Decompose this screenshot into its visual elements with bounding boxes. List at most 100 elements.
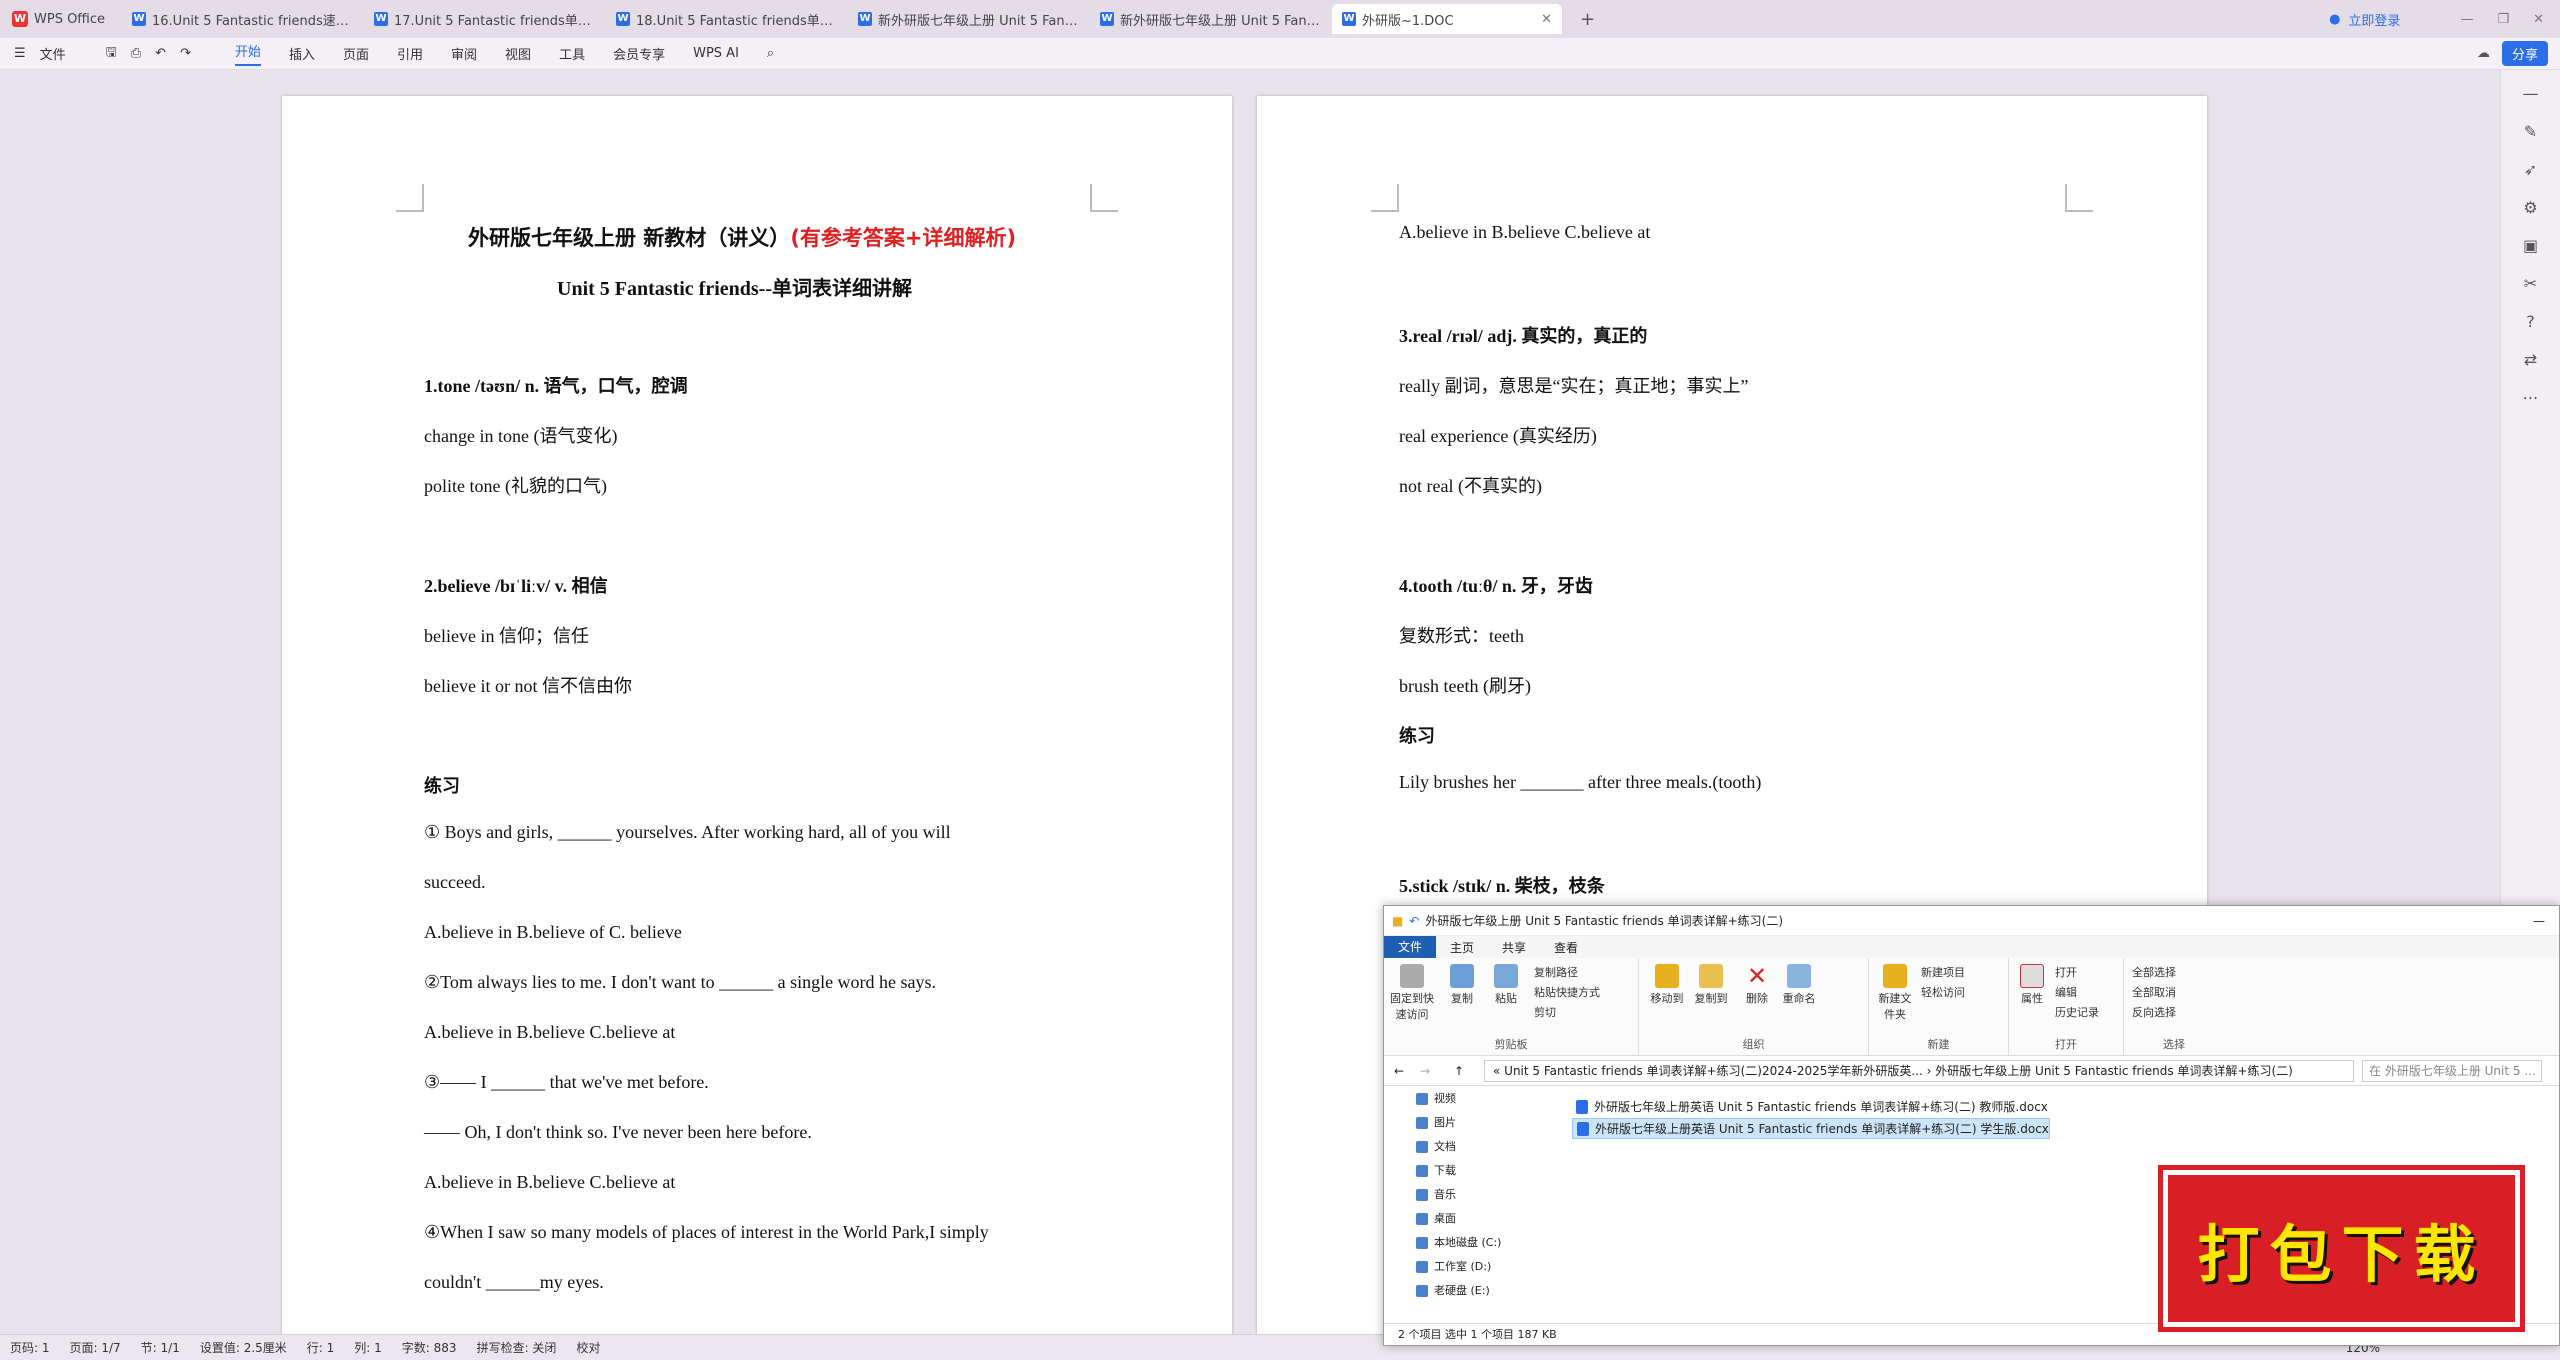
explorer-tab-share[interactable]: 共享 — [1488, 939, 1540, 956]
ribbon-tab-page[interactable]: 页面 — [343, 44, 369, 63]
ribbon-tab-review[interactable]: 审阅 — [451, 44, 477, 63]
nav-item[interactable]: 视频 — [1384, 1087, 1559, 1111]
nav-item[interactable]: 本地磁盘 (C:) — [1384, 1231, 1559, 1255]
new-item-button[interactable]: 新建项目 — [1921, 964, 1965, 980]
up-icon[interactable]: ↑ — [1454, 1064, 1464, 1078]
tab-doc-2[interactable]: W 17.Unit 5 Fantastic friends单元卷-考 — [364, 4, 604, 34]
ribbon-tab-home[interactable]: 开始 — [234, 41, 261, 66]
nav-item[interactable]: 下载 — [1384, 1159, 1559, 1183]
new-folder-button[interactable]: 新建文件夹 — [1875, 964, 1915, 1022]
doc-line: polite tone (礼貌的口气) — [424, 476, 607, 496]
help-icon[interactable]: ? — [2519, 312, 2543, 336]
share-button[interactable]: 分享 — [2501, 41, 2548, 66]
nav-item[interactable]: 音乐 — [1384, 1183, 1559, 1207]
tools-icon[interactable]: ✂ — [2519, 274, 2543, 298]
group-label: 剪贴板 — [1494, 1038, 1528, 1051]
close-window-icon[interactable]: ✕ — [2533, 12, 2544, 27]
doc-line: believe in 信仰；信任 — [424, 626, 589, 646]
invert-selection-button[interactable]: 反向选择 — [2132, 1004, 2176, 1020]
history-button[interactable]: 历史记录 — [2055, 1004, 2099, 1020]
tab-doc-4[interactable]: W 新外研版七年级上册 Unit 5 Fantastic — [848, 4, 1088, 34]
cloud-icon[interactable]: ☁ — [2477, 46, 2490, 61]
tab-doc-active[interactable]: W 外研版~1.DOC ✕ — [1332, 4, 1562, 34]
explorer-tab-file[interactable]: 文件 — [1384, 936, 1437, 958]
cut-button[interactable]: 剪切 — [1534, 1004, 1556, 1020]
move-to-button[interactable]: 移动到 — [1647, 964, 1687, 1006]
ribbon-tab-insert[interactable]: 插入 — [289, 44, 315, 63]
copy-path-button[interactable]: 复制路径 — [1534, 964, 1578, 980]
nav-item[interactable]: 老硬盘 (E:) — [1384, 1279, 1559, 1303]
picture-icon[interactable]: ▣ — [2519, 236, 2543, 260]
tab-doc-3[interactable]: W 18.Unit 5 Fantastic friends单元卷 — [606, 4, 846, 34]
open-button[interactable]: 打开 — [2055, 964, 2077, 980]
file-item-selected[interactable]: 外研版七年级上册英语 Unit 5 Fantastic friends 单词表详… — [1572, 1118, 2050, 1139]
status-proofread[interactable]: 校对 — [576, 1339, 600, 1356]
nav-item[interactable]: 工作室 (D:) — [1384, 1255, 1559, 1279]
title-black: 外研版七年级上册 新教材（讲义） — [468, 226, 791, 250]
menu-icon[interactable]: ☰ — [14, 46, 26, 61]
minimize-icon[interactable]: — — [2460, 12, 2473, 27]
back-icon[interactable]: ← — [1394, 1064, 1404, 1078]
easy-access-button[interactable]: 轻松访问 — [1921, 984, 1965, 1000]
margin-marker — [2065, 184, 2093, 212]
new-tab-icon[interactable]: + — [1580, 9, 1595, 30]
status-wordcount[interactable]: 字数: 883 — [402, 1339, 457, 1356]
ribbon-tab-reference[interactable]: 引用 — [397, 44, 423, 63]
properties-button[interactable]: 属性 — [2015, 964, 2049, 1006]
btn-label: 重命名 — [1782, 992, 1816, 1005]
search-input[interactable]: 在 外研版七年级上册 Unit 5 ... — [2362, 1059, 2542, 1082]
nav-item[interactable]: 桌面 — [1384, 1207, 1559, 1231]
tab-doc-5[interactable]: W 新外研版七年级上册 Unit 5 Fantastic — [1090, 4, 1330, 34]
tab-label: 新外研版七年级上册 Unit 5 Fantastic — [1120, 13, 1320, 29]
minus-icon[interactable]: — — [2519, 84, 2543, 108]
select-all-button[interactable]: 全部选择 — [2132, 964, 2176, 980]
ribbon-tab-view[interactable]: 视图 — [505, 44, 531, 63]
translate-icon[interactable]: ⇄ — [2519, 350, 2543, 374]
btn-label: 粘贴 — [1495, 992, 1517, 1005]
copy-to-button[interactable]: 复制到 — [1691, 964, 1731, 1006]
nav-item[interactable]: 图片 — [1384, 1111, 1559, 1135]
more-icon[interactable]: ⋯ — [2519, 388, 2543, 412]
file-item[interactable]: 外研版七年级上册英语 Unit 5 Fantastic friends 单词表详… — [1572, 1097, 2050, 1118]
delete-button[interactable]: ✕ 删除 — [1739, 964, 1775, 1006]
group-clipboard: 固定到快速访问 复制 粘贴 复制路径 粘贴快捷方式 剪切 剪贴板 — [1384, 958, 1639, 1056]
print-icon[interactable]: ⎙ — [131, 46, 141, 61]
ribbon-tab-member[interactable]: 会员专享 — [613, 44, 665, 63]
minimize-icon[interactable]: — — [2533, 914, 2545, 928]
status-spellcheck[interactable]: 拼写检查: 关闭 — [477, 1339, 557, 1356]
edit-button[interactable]: 编辑 — [2055, 984, 2077, 1000]
folder-icon: ■ — [1392, 913, 1404, 928]
pointer-icon[interactable]: ➶ — [2519, 160, 2543, 184]
nav-item[interactable]: 文档 — [1384, 1135, 1559, 1159]
restore-icon[interactable]: ❐ — [2497, 12, 2509, 27]
explorer-menu: 文件 主页 共享 查看 — [1384, 936, 2559, 958]
paste-button[interactable]: 粘贴 — [1488, 964, 1524, 1006]
undo-icon[interactable]: ↶ — [155, 46, 166, 61]
close-icon[interactable]: ✕ — [1541, 12, 1552, 27]
rename-button[interactable]: 重命名 — [1779, 964, 1819, 1006]
login-link[interactable]: 立即登录 — [2348, 10, 2400, 29]
download-banner[interactable]: 打包下载 — [2163, 1170, 2520, 1327]
file-menu[interactable]: 文件 — [40, 44, 66, 63]
app-name: WPS Office — [34, 11, 106, 27]
save-icon[interactable]: 🖫 — [106, 43, 117, 65]
select-none-button[interactable]: 全部取消 — [2132, 984, 2176, 1000]
explorer-tab-view[interactable]: 查看 — [1540, 939, 1592, 956]
ribbon-tab-tools[interactable]: 工具 — [559, 44, 585, 63]
word-icon: W — [1100, 12, 1114, 26]
paste-shortcut-button[interactable]: 粘贴快捷方式 — [1534, 984, 1600, 1000]
wps-ai-button[interactable]: WPS AI — [693, 46, 739, 61]
tab-home[interactable]: W WPS Office — [2, 4, 120, 34]
pen-icon[interactable]: ✎ — [2519, 122, 2543, 146]
explorer-tab-home[interactable]: 主页 — [1436, 939, 1488, 956]
tab-doc-1[interactable]: W 16.Unit 5 Fantastic friends速记清单 — [122, 4, 362, 34]
copy-button[interactable]: 复制 — [1444, 964, 1480, 1006]
redo-icon[interactable]: ↷ — [180, 46, 191, 61]
settings-icon[interactable]: ⚙ — [2519, 198, 2543, 222]
pin-quick-access-button[interactable]: 固定到快速访问 — [1390, 964, 1434, 1022]
search-icon[interactable]: ⌕ — [767, 46, 774, 61]
undo-icon[interactable]: ↶ — [1409, 914, 1419, 928]
address-bar[interactable]: « Unit 5 Fantastic friends 单词表详解+练习(二)20… — [1484, 1059, 2354, 1082]
status-pages[interactable]: 页面: 1/7 — [70, 1339, 121, 1356]
forward-icon[interactable]: → — [1420, 1064, 1430, 1078]
